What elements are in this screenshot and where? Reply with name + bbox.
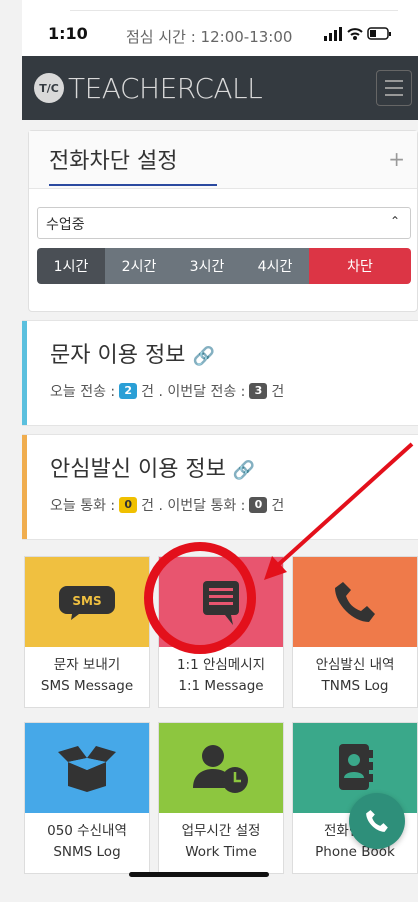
expand-plus-button[interactable]: + — [388, 147, 405, 171]
title-underline — [49, 184, 217, 186]
sms-today-label: 오늘 전송 : — [50, 384, 116, 400]
safe-call-usage-card: 안심발신 이용 정보 🔗 오늘 통화 : 0 건 . 이번달 통화 : 0 건 — [22, 434, 418, 540]
hamburger-icon-line — [385, 87, 403, 89]
phone-icon — [366, 810, 388, 832]
logo-badge: T/C — [34, 73, 64, 103]
tile-label-en: 1:1 Message — [178, 678, 264, 694]
open-box-icon — [58, 746, 116, 792]
call-block-card: 전화차단 설정 + 수업중 ⌃ 1시간 2시간 3시간 4시간 차단 — [28, 130, 418, 312]
link-icon[interactable]: 🔗 — [233, 460, 255, 481]
sms-month-badge: 3 — [249, 383, 268, 399]
teachercall-logo[interactable]: T/C TEACHERCALL — [34, 68, 263, 108]
safe-call-usage-title: 안심발신 이용 정보 🔗 — [50, 451, 255, 483]
lunch-time-label: 점심 시간 : 12:00-13:00 — [126, 28, 293, 46]
address-book-icon — [339, 744, 373, 790]
app-frame: 1:10 점심 시간 : 12:00-13:00 T/C TEACHERCALL — [22, 0, 418, 902]
highlight-circle — [144, 542, 256, 654]
duration-3h-button[interactable]: 3시간 — [173, 248, 241, 284]
tile-050-icon-area — [25, 723, 149, 813]
svg-text:SMS: SMS — [72, 594, 101, 608]
safe-call-usage-title-text: 안심발신 이용 정보 — [50, 457, 226, 482]
block-duration-buttons: 1시간 2시간 3시간 4시간 차단 — [37, 248, 411, 284]
hamburger-icon-line — [385, 94, 403, 96]
tile-label-ko: 업무시간 설정 — [181, 823, 261, 839]
logo-text: TEACHERCALL — [68, 71, 263, 105]
tile-label-en: SNMS Log — [53, 844, 121, 860]
safe-call-month-label: 건 . 이번달 통화 : — [141, 498, 246, 514]
user-clock-icon — [193, 745, 248, 793]
tile-050-inbound-log[interactable]: 050 수신내역 SNMS Log — [24, 722, 150, 874]
call-block-header: 전화차단 설정 + — [29, 131, 417, 189]
sms-unit: 건 — [271, 384, 285, 400]
status-time: 1:10 — [48, 24, 88, 43]
tile-label-en: Phone Book — [315, 844, 395, 860]
sms-usage-title: 문자 이용 정보 🔗 — [50, 337, 215, 369]
sms-icon: SMS — [59, 586, 115, 620]
tile-work-time[interactable]: 업무시간 설정 Work Time — [158, 722, 284, 874]
status-select-value: 수업중 — [46, 217, 85, 233]
select-chevron-icon: ⌃ — [389, 214, 400, 228]
phone-icon — [335, 582, 375, 622]
tile-label-en: TNMS Log — [321, 678, 389, 694]
safe-call-usage-row: 오늘 통화 : 0 건 . 이번달 통화 : 0 건 — [50, 495, 284, 515]
tile-safe-call-log-icon-area — [293, 557, 417, 647]
call-block-title: 전화차단 설정 — [49, 149, 178, 174]
tile-label-ko: 문자 보내기 — [53, 657, 121, 673]
safe-call-month-badge: 0 — [249, 497, 268, 513]
safe-call-today-label: 오늘 통화 : — [50, 498, 116, 514]
top-navbar: T/C TEACHERCALL — [22, 56, 418, 120]
sms-usage-card: 문자 이용 정보 🔗 오늘 전송 : 2 건 . 이번달 전송 : 3 건 — [22, 320, 418, 426]
sms-month-label: 건 . 이번달 전송 : — [141, 384, 246, 400]
hamburger-icon-line — [385, 80, 403, 82]
sms-usage-row: 오늘 전송 : 2 건 . 이번달 전송 : 3 건 — [50, 381, 284, 401]
sms-accent-bar — [22, 321, 27, 425]
status-divider — [70, 10, 398, 11]
safe-call-accent-bar — [22, 435, 27, 539]
tile-send-sms[interactable]: SMS 문자 보내기 SMS Message — [24, 556, 150, 708]
safe-call-today-badge: 0 — [119, 497, 138, 513]
menu-toggle-button[interactable] — [376, 70, 412, 106]
tile-safe-call-log[interactable]: 안심발신 내역 TNMS Log — [292, 556, 418, 708]
status-bar: 1:10 점심 시간 : 12:00-13:00 — [22, 0, 418, 56]
duration-2h-button[interactable]: 2시간 — [105, 248, 173, 284]
safe-call-unit: 건 — [271, 498, 285, 514]
status-select[interactable]: 수업중 ⌃ — [37, 207, 411, 239]
tile-phone-book[interactable]: 전화번호부 Phone Book — [292, 722, 418, 874]
tile-phone-book-icon-area — [293, 723, 417, 813]
home-indicator — [129, 872, 269, 877]
tile-label-ko: 안심발신 내역 — [315, 657, 395, 673]
link-icon[interactable]: 🔗 — [192, 346, 214, 367]
block-now-button[interactable]: 차단 — [309, 248, 411, 284]
tile-label-ko: 1:1 안심메시지 — [176, 657, 266, 673]
floating-call-button[interactable] — [349, 793, 405, 849]
duration-4h-button[interactable]: 4시간 — [241, 248, 309, 284]
signal-wifi-battery-icon — [324, 27, 391, 41]
duration-1h-button[interactable]: 1시간 — [37, 248, 105, 284]
sms-today-badge: 2 — [119, 383, 138, 399]
tile-label-ko: 050 수신내역 — [47, 823, 127, 839]
tile-label-en: Work Time — [185, 844, 257, 860]
sms-usage-title-text: 문자 이용 정보 — [50, 343, 186, 368]
tile-label-en: SMS Message — [40, 678, 134, 694]
tile-send-sms-icon-area: SMS — [25, 557, 149, 647]
tile-work-time-icon-area — [159, 723, 283, 813]
